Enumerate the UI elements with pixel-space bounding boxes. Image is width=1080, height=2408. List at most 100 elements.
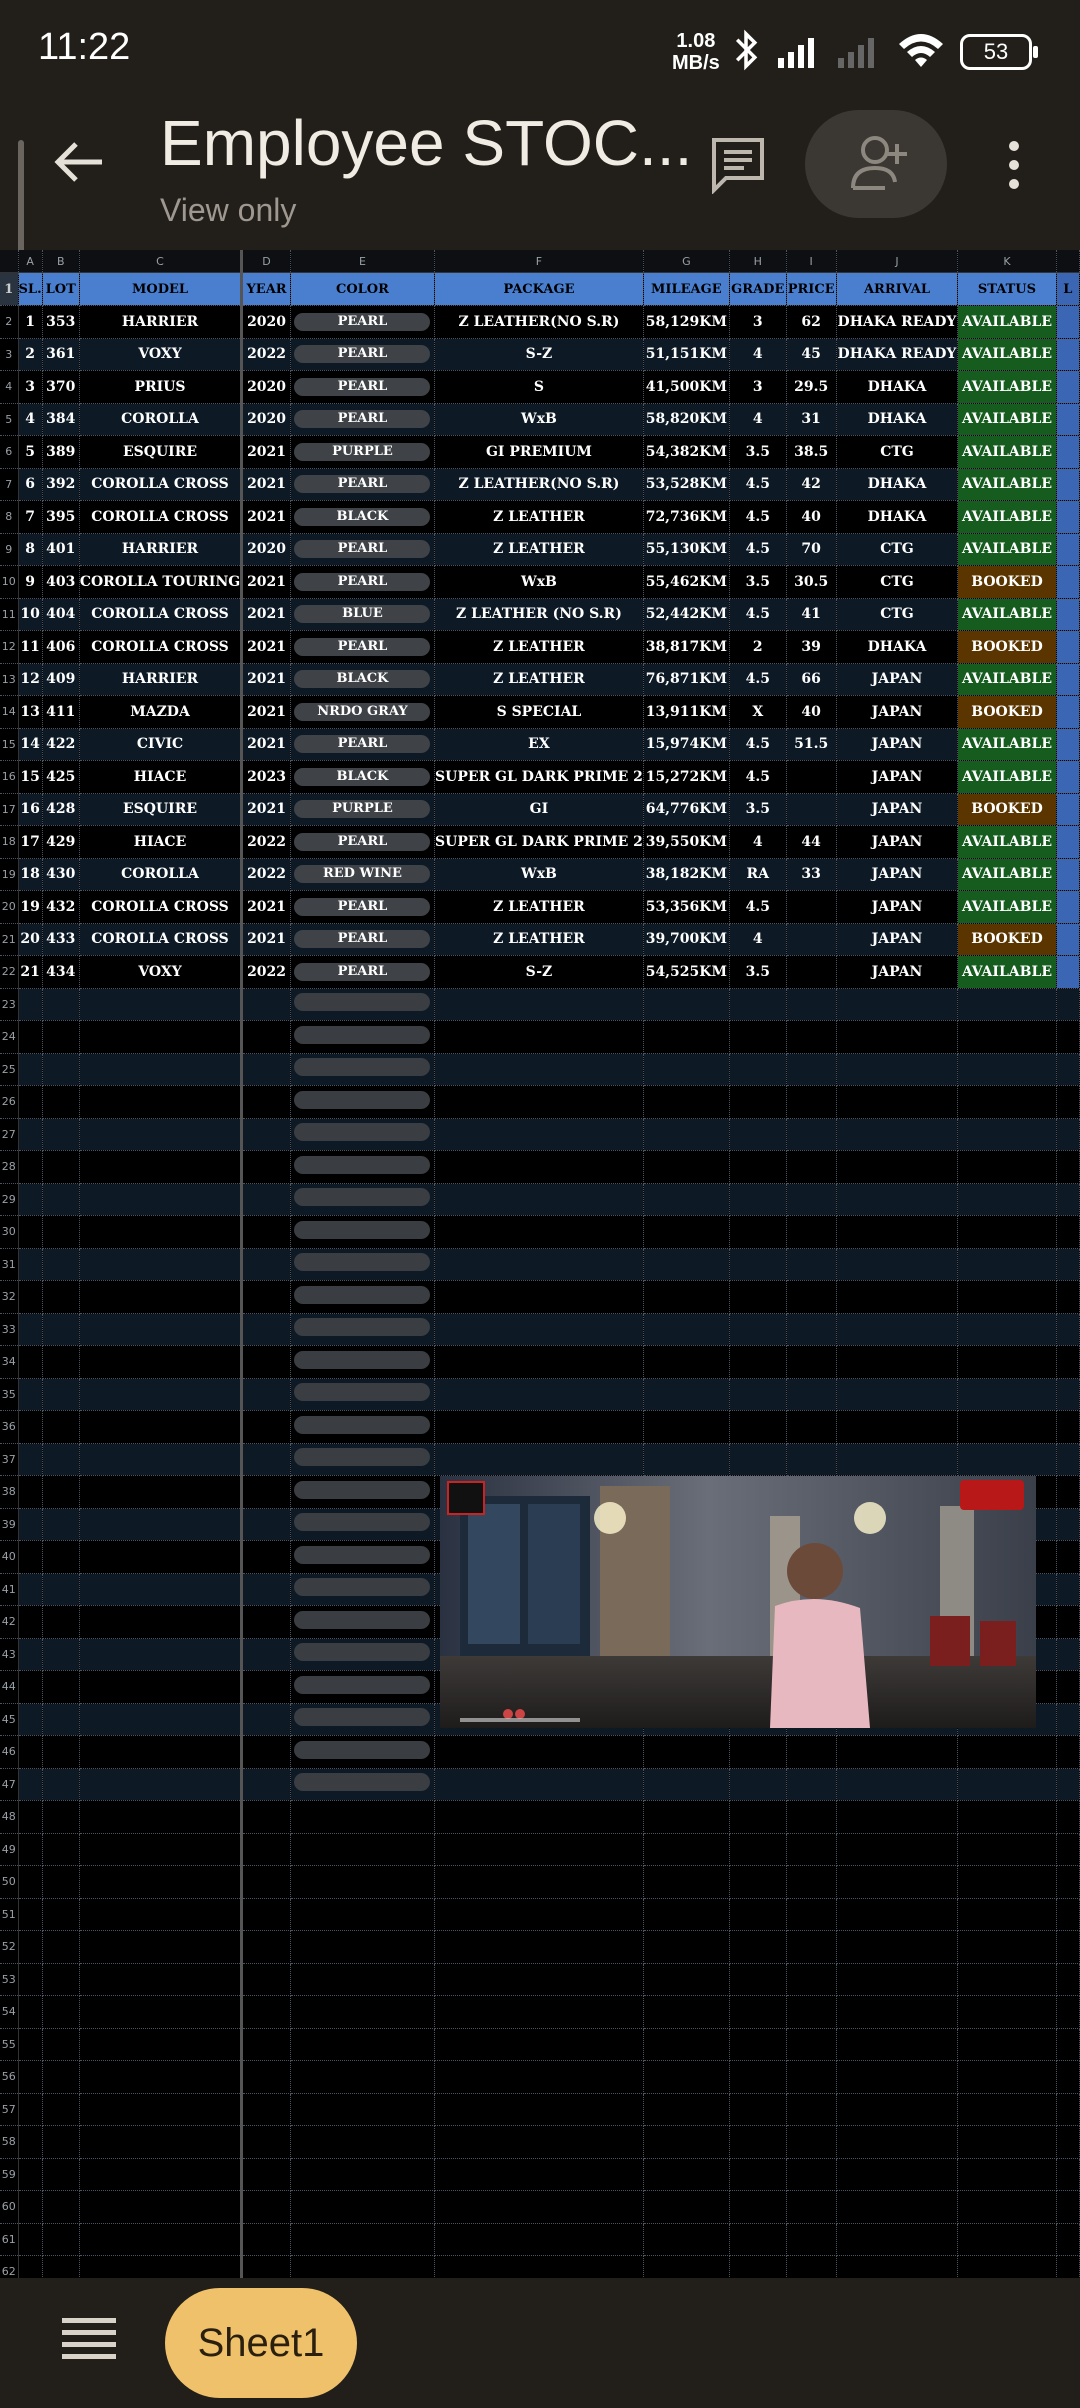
table-cell[interactable]	[434, 1248, 644, 1281]
header-cell[interactable]: PRICE	[786, 272, 837, 306]
table-cell[interactable]	[18, 1605, 43, 1639]
table-cell[interactable]	[79, 2060, 244, 2094]
table-cell[interactable]	[1056, 793, 1080, 826]
table-cell[interactable]	[836, 2060, 959, 2094]
table-cell[interactable]: 40	[786, 695, 837, 729]
row-number[interactable]: 41	[0, 1573, 19, 1606]
table-cell[interactable]	[241, 1768, 291, 1801]
table-cell[interactable]	[643, 1280, 730, 1314]
table-cell[interactable]	[786, 2255, 837, 2278]
table-cell[interactable]	[79, 2255, 244, 2278]
table-cell[interactable]	[42, 1898, 80, 1931]
table-cell[interactable]	[18, 1085, 43, 1119]
table-cell[interactable]	[241, 1410, 291, 1444]
table-cell[interactable]	[79, 1963, 244, 1996]
table-cell[interactable]	[18, 1345, 43, 1379]
table-cell[interactable]: 16	[18, 793, 43, 826]
row-number[interactable]: 62	[0, 2255, 19, 2278]
table-cell[interactable]: JAPAN	[836, 825, 959, 859]
table-cell[interactable]: AVAILABLE	[957, 533, 1057, 566]
row-number[interactable]: 7	[0, 468, 19, 501]
table-cell[interactable]	[434, 2255, 644, 2278]
column-letter[interactable]: D	[241, 250, 291, 273]
table-cell[interactable]	[434, 1800, 644, 1834]
table-cell[interactable]: 2022	[241, 858, 291, 891]
table-cell[interactable]: 2022	[241, 825, 291, 859]
table-cell[interactable]	[786, 2223, 837, 2256]
table-cell[interactable]	[42, 2255, 80, 2278]
table-cell[interactable]	[786, 2060, 837, 2094]
table-cell[interactable]	[290, 1345, 436, 1379]
table-cell[interactable]	[1056, 468, 1080, 501]
comment-icon[interactable]	[708, 134, 768, 194]
table-cell[interactable]: SUPER GL DARK PRIME 2	[434, 760, 644, 794]
table-cell[interactable]: 19	[18, 890, 43, 924]
table-cell[interactable]: 4	[729, 825, 787, 859]
table-cell[interactable]: 13,911KM	[643, 695, 730, 729]
row-number[interactable]: 37	[0, 1443, 19, 1476]
table-cell[interactable]	[290, 1443, 436, 1476]
table-cell[interactable]	[18, 2093, 43, 2126]
table-cell[interactable]	[42, 1768, 80, 1801]
table-cell[interactable]	[836, 1735, 959, 1769]
table-cell[interactable]	[241, 2060, 291, 2094]
table-cell[interactable]	[18, 1703, 43, 1736]
table-cell[interactable]: PEARL	[290, 403, 436, 436]
table-cell[interactable]: DHAKA READY	[836, 305, 959, 339]
row-number[interactable]: 46	[0, 1735, 19, 1769]
video-overlay[interactable]	[440, 1476, 1036, 1728]
table-cell[interactable]	[434, 2028, 644, 2061]
table-cell[interactable]: 4.5	[729, 663, 787, 696]
table-cell[interactable]	[786, 1443, 837, 1476]
table-cell[interactable]	[1056, 1540, 1080, 1574]
table-cell[interactable]	[1056, 598, 1080, 631]
table-cell[interactable]	[79, 1475, 244, 1509]
table-cell[interactable]: 3.5	[729, 955, 787, 989]
table-cell[interactable]: 2	[18, 338, 43, 371]
table-cell[interactable]: JAPAN	[836, 923, 959, 956]
table-cell[interactable]	[79, 1313, 244, 1346]
table-cell[interactable]	[836, 1930, 959, 1964]
table-cell[interactable]	[42, 1443, 80, 1476]
header-cell[interactable]: MODEL	[79, 272, 244, 306]
header-cell[interactable]: ARRIVAL	[836, 272, 959, 306]
table-cell[interactable]: MAZDA	[79, 695, 244, 729]
table-cell[interactable]: 2021	[241, 565, 291, 599]
table-cell[interactable]	[643, 1085, 730, 1119]
table-cell[interactable]	[786, 2190, 837, 2224]
table-cell[interactable]	[1056, 1963, 1080, 1996]
row-number[interactable]: 10	[0, 565, 19, 599]
table-cell[interactable]: 9	[18, 565, 43, 599]
table-cell[interactable]	[957, 1183, 1057, 1216]
table-cell[interactable]: CTG	[836, 435, 959, 469]
table-cell[interactable]	[957, 2125, 1057, 2159]
table-cell[interactable]	[290, 2190, 436, 2224]
table-cell[interactable]	[957, 1280, 1057, 1314]
table-cell[interactable]	[643, 1865, 730, 1899]
table-cell[interactable]	[290, 1118, 436, 1151]
table-cell[interactable]: DHAKA READY	[836, 338, 959, 371]
table-cell[interactable]	[957, 1118, 1057, 1151]
table-cell[interactable]	[434, 1898, 644, 1931]
row-number[interactable]: 28	[0, 1150, 19, 1184]
table-cell[interactable]: Z LEATHER(NO S.R)	[434, 305, 644, 339]
table-cell[interactable]	[18, 1443, 43, 1476]
table-cell[interactable]	[1056, 1800, 1080, 1834]
table-cell[interactable]: AVAILABLE	[957, 500, 1057, 534]
table-cell[interactable]: 2021	[241, 793, 291, 826]
table-cell[interactable]	[1056, 1215, 1080, 1249]
table-cell[interactable]	[1056, 305, 1080, 339]
table-cell[interactable]	[18, 1540, 43, 1574]
table-cell[interactable]	[957, 2093, 1057, 2126]
table-cell[interactable]	[434, 1768, 644, 1801]
table-cell[interactable]: Z LEATHER	[434, 630, 644, 664]
row-number[interactable]: 8	[0, 500, 19, 534]
table-cell[interactable]	[957, 1020, 1057, 1054]
table-cell[interactable]	[1056, 988, 1080, 1021]
sheets-menu-icon[interactable]	[62, 2316, 116, 2362]
row-number[interactable]: 44	[0, 1670, 19, 1704]
table-cell[interactable]: 30.5	[786, 565, 837, 599]
table-cell[interactable]	[241, 1735, 291, 1769]
table-cell[interactable]	[79, 1118, 244, 1151]
table-cell[interactable]	[1056, 435, 1080, 469]
